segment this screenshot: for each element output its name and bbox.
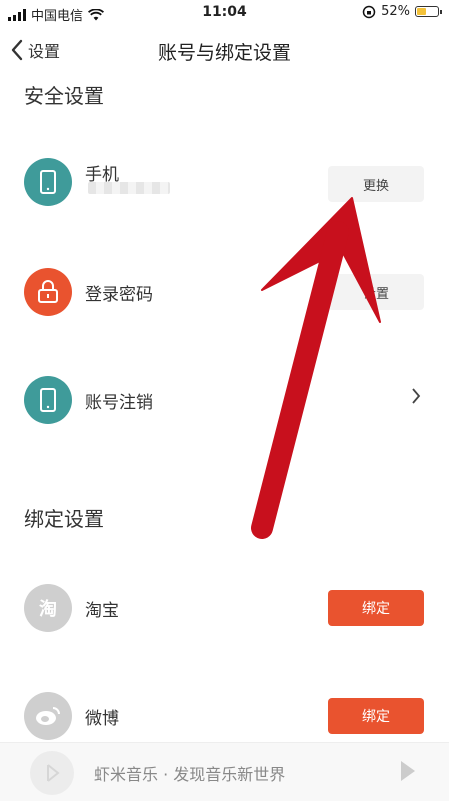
change-phone-button[interactable]: 更换 <box>328 166 424 202</box>
row-taobao: 淘 淘宝 绑定 <box>0 574 449 644</box>
phone-icon <box>24 158 72 206</box>
rotation-lock-icon <box>362 5 376 18</box>
status-bar: 中国电信 11:04 52% <box>0 0 449 26</box>
status-right: 52% <box>362 4 442 19</box>
lock-icon <box>24 268 72 316</box>
music-logo-icon <box>30 751 74 795</box>
bind-taobao-button[interactable]: 绑定 <box>328 590 424 626</box>
taobao-icon: 淘 <box>24 584 72 632</box>
section-title-security: 安全设置 <box>24 84 104 108</box>
row-label-account-cancel: 账号注销 <box>85 393 153 413</box>
row-phone: 手机 更换 <box>0 148 449 218</box>
page-title: 账号与绑定设置 <box>157 42 291 64</box>
battery-icon <box>415 6 442 17</box>
row-label-taobao: 淘宝 <box>85 601 119 621</box>
phone-number-masked <box>88 182 170 194</box>
music-banner[interactable]: 虾米音乐 · 发现音乐新世界 <box>0 742 449 801</box>
banner-text: 虾米音乐 · 发现音乐新世界 <box>94 765 286 784</box>
play-icon[interactable] <box>401 761 415 781</box>
phone-icon <box>24 376 72 424</box>
row-label-password: 登录密码 <box>85 285 153 305</box>
weibo-icon <box>24 692 72 740</box>
row-label-weibo: 微博 <box>85 709 119 729</box>
nav-bar: 设置 账号与绑定设置 <box>0 30 449 74</box>
battery-fill <box>417 8 427 15</box>
row-account-cancel[interactable]: 账号注销 <box>0 366 449 436</box>
section-title-binding: 绑定设置 <box>24 507 104 531</box>
chevron-right-icon <box>411 386 421 410</box>
set-password-button[interactable]: 设置 <box>328 274 424 310</box>
bind-weibo-button[interactable]: 绑定 <box>328 698 424 734</box>
row-password: 登录密码 设置 <box>0 258 449 328</box>
battery-percent: 52% <box>381 4 410 19</box>
